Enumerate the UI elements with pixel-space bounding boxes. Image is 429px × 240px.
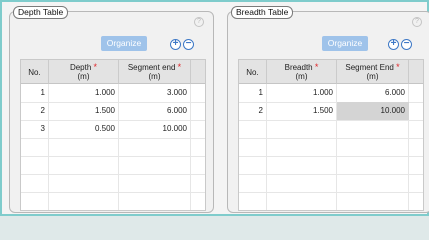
column-unit: (m) xyxy=(366,72,379,81)
help-icon[interactable]: ? xyxy=(194,17,204,27)
grid-row-line xyxy=(21,192,205,193)
breadth-table-grid: No. Breadth * (m) Segment End * (m) 1 1.… xyxy=(238,59,424,211)
grid-row-line xyxy=(21,138,205,139)
required-marker: * xyxy=(396,62,400,72)
depth-table-grid: No. Depth * (m) Segment end * (m) 1 1.00… xyxy=(20,59,206,211)
cell-row-number: 3 xyxy=(40,124,45,133)
column-header-segment-end[interactable]: Segment end * (m) xyxy=(119,60,191,84)
remove-row-icon[interactable]: − xyxy=(183,39,194,50)
cell-depth[interactable]: 1.500 xyxy=(49,102,119,120)
cell-segment-end[interactable]: 3.000 xyxy=(119,84,191,102)
required-marker: * xyxy=(93,62,98,72)
remove-row-icon[interactable]: − xyxy=(401,39,412,50)
column-header-segment-end[interactable]: Segment End * (m) xyxy=(337,60,409,84)
grid-row-line xyxy=(239,192,423,193)
cell-depth[interactable]: 1.000 xyxy=(49,84,119,102)
cell-row-number: 2 xyxy=(40,106,45,115)
panel-title: Breadth Table xyxy=(231,6,294,19)
cell-row-number: 2 xyxy=(258,106,263,115)
column-header-filler xyxy=(409,60,423,84)
column-unit: (m) xyxy=(77,72,90,81)
help-icon[interactable]: ? xyxy=(412,17,422,27)
cell-breadth[interactable]: 1.500 xyxy=(267,102,337,120)
grid-row-line xyxy=(239,156,423,157)
column-label: Segment end xyxy=(127,63,176,72)
grid-row-line xyxy=(21,174,205,175)
grid-row-line xyxy=(239,120,423,121)
column-unit: (m) xyxy=(148,72,161,81)
organize-button[interactable]: Organize xyxy=(322,36,368,51)
grid-row-line xyxy=(21,156,205,157)
add-row-icon[interactable]: + xyxy=(388,39,399,50)
cell-segment-end-selected[interactable]: 10.000 xyxy=(337,102,409,120)
add-row-icon[interactable]: + xyxy=(170,39,181,50)
required-marker: * xyxy=(314,62,319,72)
column-header-filler xyxy=(191,60,205,84)
cell-depth[interactable]: 0.500 xyxy=(49,120,119,138)
grid-row-line xyxy=(239,174,423,175)
grid-row-line xyxy=(239,138,423,139)
required-marker: * xyxy=(177,62,182,72)
cell-row-number: 1 xyxy=(258,88,263,97)
column-label: Segment End xyxy=(345,63,394,72)
cell-row-number: 1 xyxy=(40,88,45,97)
column-header-depth[interactable]: Depth * (m) xyxy=(49,60,119,84)
organize-button[interactable]: Organize xyxy=(101,36,147,51)
column-unit: (m) xyxy=(295,72,308,81)
depth-table-panel: Depth Table ? Organize + − No. Depth * (… xyxy=(9,6,214,213)
breadth-table-panel: Breadth Table ? Organize + − No. Breadth… xyxy=(227,6,429,213)
cell-segment-end[interactable]: 6.000 xyxy=(337,84,409,102)
cell-breadth[interactable]: 1.000 xyxy=(267,84,337,102)
column-header-no: No. xyxy=(21,60,49,84)
column-header-no: No. xyxy=(239,60,267,84)
column-header-breadth[interactable]: Breadth * (m) xyxy=(267,60,337,84)
column-label: Breadth xyxy=(284,63,313,72)
column-label: Depth xyxy=(69,63,92,72)
cell-segment-end[interactable]: 10.000 xyxy=(119,120,191,138)
cell-segment-end[interactable]: 6.000 xyxy=(119,102,191,120)
dialog-root: Depth Table ? Organize + − No. Depth * (… xyxy=(0,0,429,216)
panel-title: Depth Table xyxy=(13,6,69,19)
